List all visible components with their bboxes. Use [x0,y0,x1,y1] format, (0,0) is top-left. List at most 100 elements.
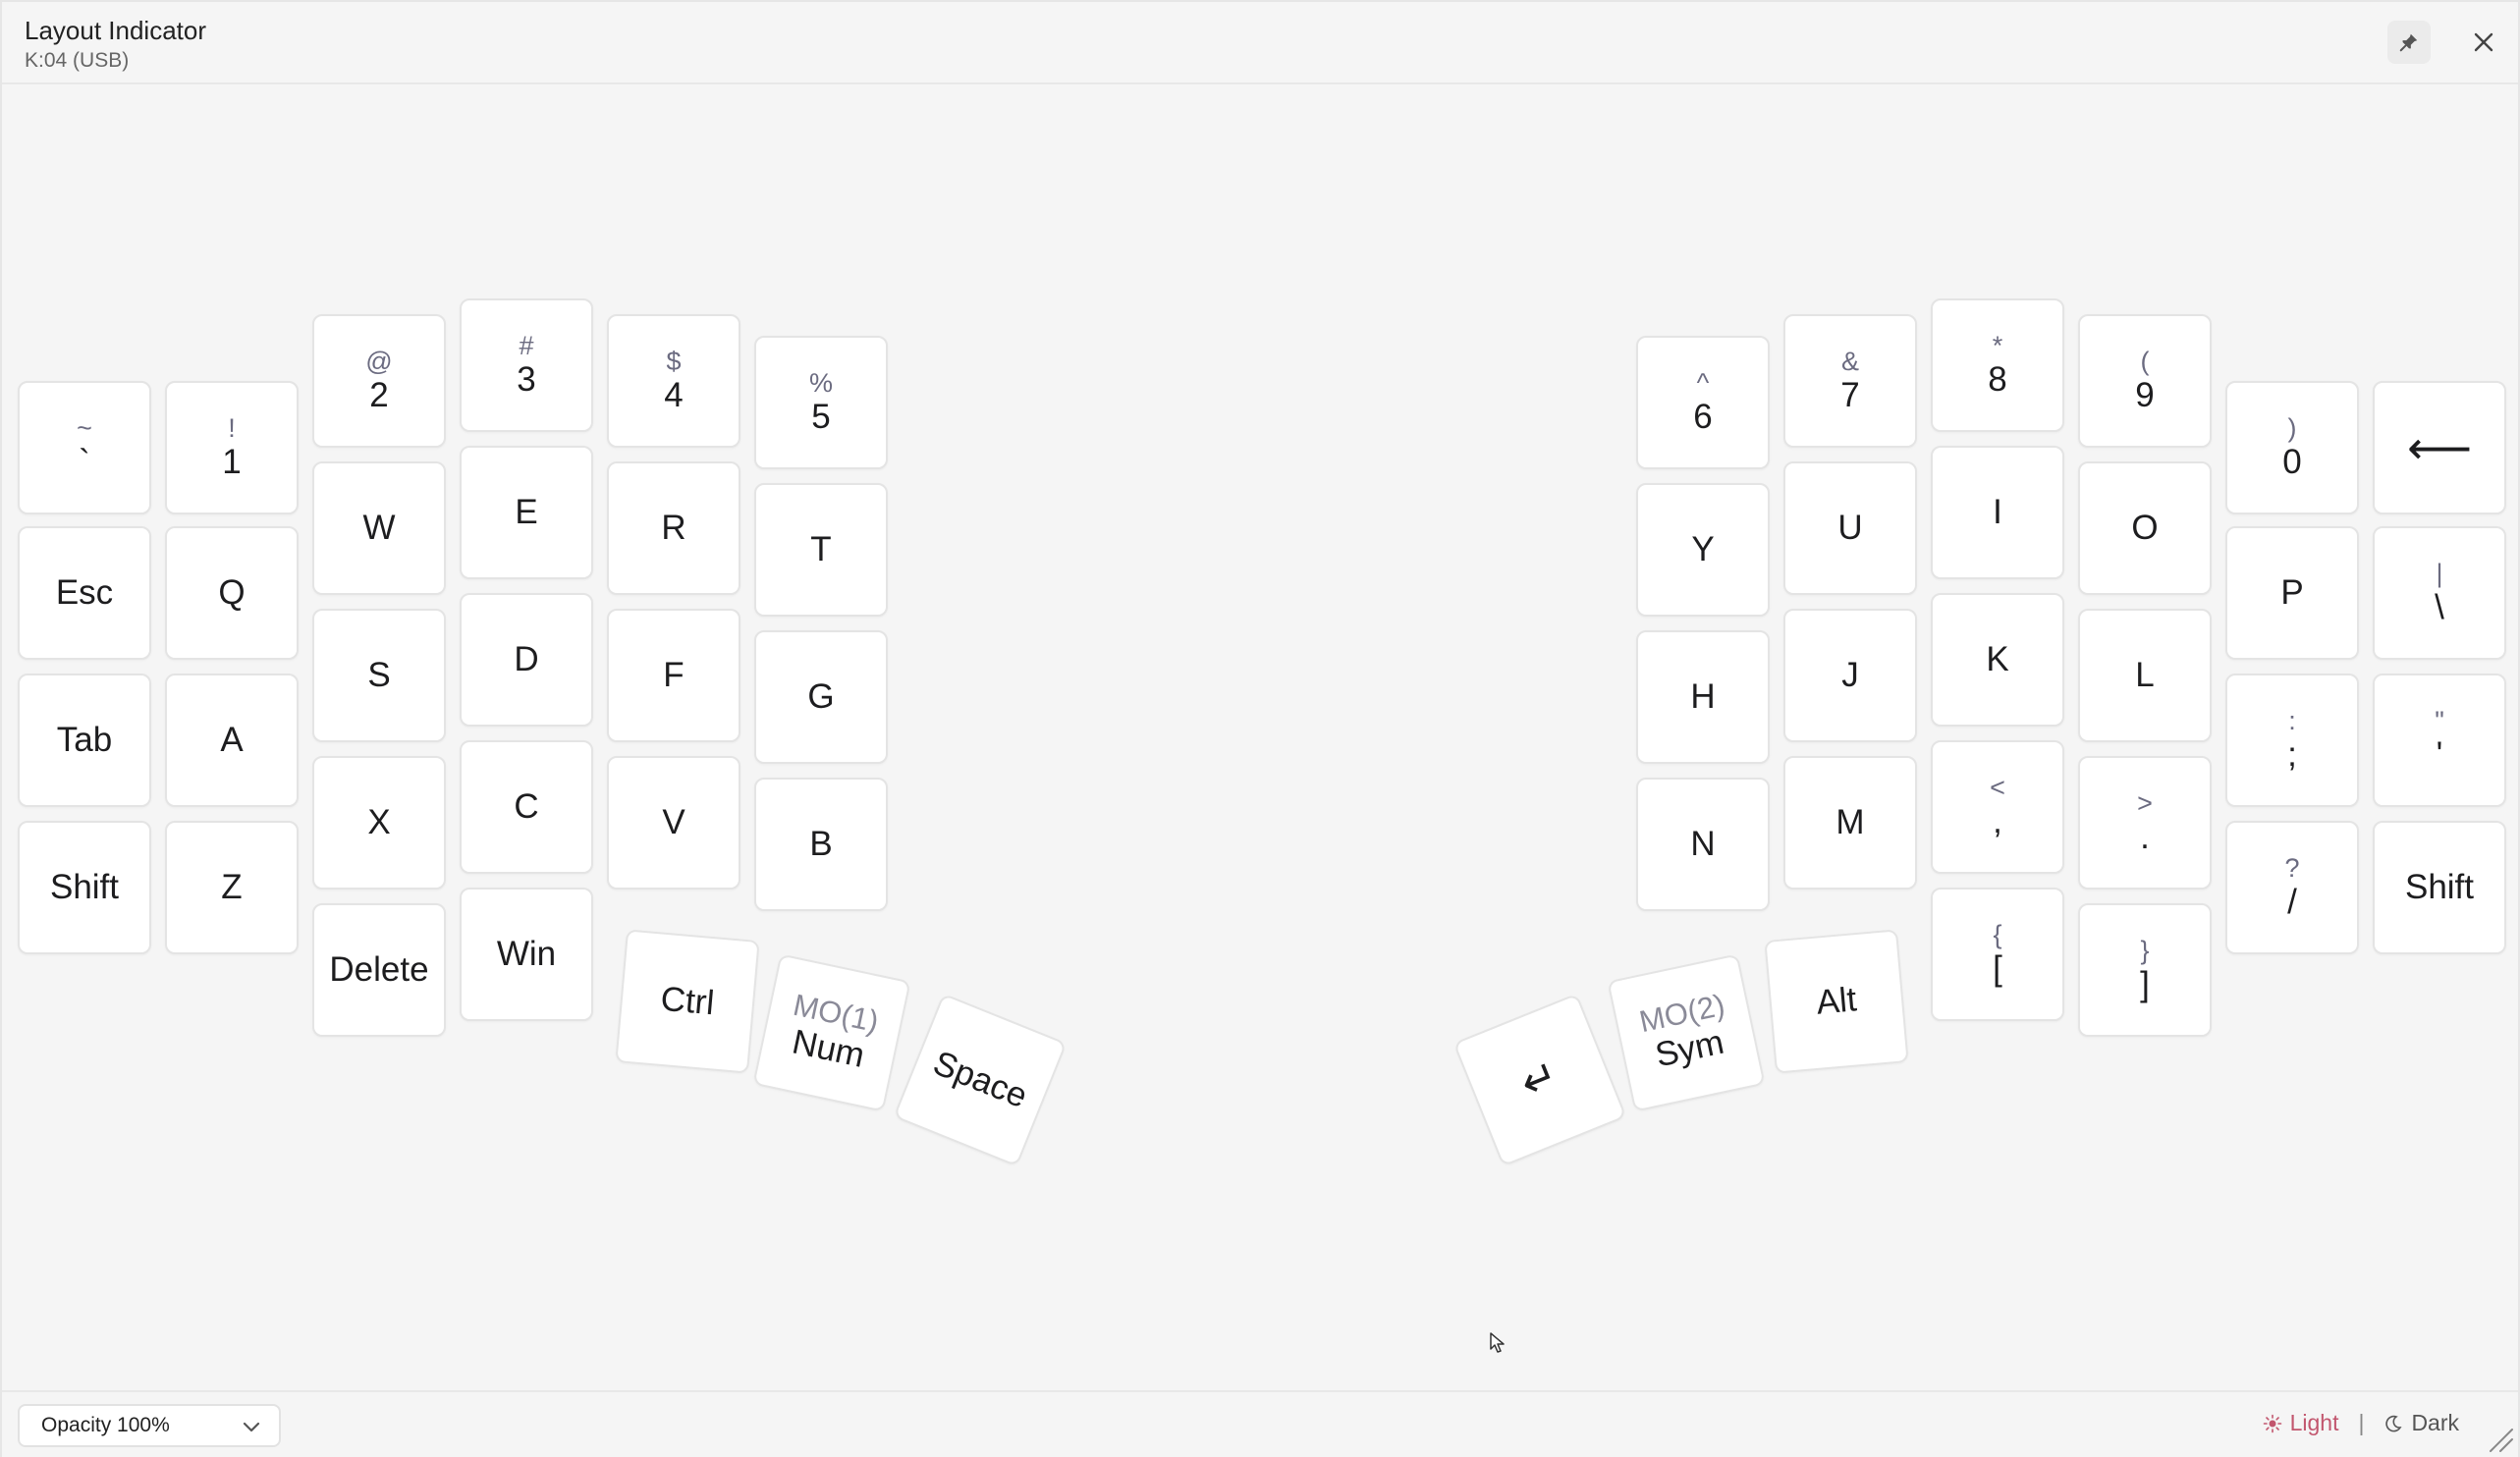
key-legend: S [367,656,391,694]
key-m: M [1783,756,1917,890]
key-c: C [460,740,593,874]
keyboard-device-label: K:04 (USB) [25,49,130,72]
key-a: A [165,674,299,807]
key-legend: X [367,803,391,841]
key-legend: L [2135,656,2155,694]
key-o: O [2078,461,2212,595]
key-shift-legend: < [1990,773,2005,802]
window-title: Layout Indicator [25,16,207,45]
key-legend: T [810,530,832,568]
key-j: J [1783,609,1917,742]
key-legend: Y [1691,530,1715,568]
resize-grip-icon[interactable] [2485,1424,2514,1453]
key-s: S [312,609,446,742]
title-bar[interactable]: Layout Indicator K:04 (USB) [2,2,2518,84]
pin-button[interactable] [2387,21,2431,64]
opacity-dropdown[interactable]: Opacity 100% [18,1404,281,1447]
key-legend: \ [2435,588,2444,626]
theme-light-option[interactable]: Light [2263,1410,2339,1436]
key-legend: K [1986,640,2009,678]
key-legend: N [1690,825,1716,863]
theme-dark-option[interactable]: Dark [2383,1410,2459,1436]
key-legend: F [663,656,685,694]
key-backspace: ⟵ [2373,381,2506,514]
key-0: ) 0 [2225,381,2359,514]
key-comma: < , [1931,740,2064,874]
key-legend: ' [2436,735,2443,774]
key-8: * 8 [1931,298,2064,432]
key-legend: Q [218,573,246,612]
key-legend: / [2287,883,2297,921]
key-legend: Z [221,868,243,906]
key-shift-legend: ( [2140,347,2150,376]
opacity-value: Opacity 100% [41,1414,170,1436]
theme-separator: | [2358,1410,2365,1435]
key-legend: 1 [222,443,242,481]
close-button[interactable] [2462,21,2505,64]
key-3: # 3 [460,298,593,432]
key-legend: I [1993,493,2002,531]
key-legend: A [220,721,244,759]
key-shift-legend: * [1992,331,2003,360]
key-t: T [754,483,888,617]
key-left-shift: Shift [18,821,151,954]
key-shift-legend: | [2436,559,2443,588]
key-x: X [312,756,446,890]
key-period: > . [2078,756,2212,890]
close-icon [2474,32,2493,52]
key-legend: H [1690,677,1716,716]
key-v: V [607,756,740,890]
key-legend: Win [496,935,557,973]
key-shift-legend: " [2435,706,2444,735]
key-legend: J [1841,656,1859,694]
key-legend: O [2131,509,2159,547]
key-semicolon: : ; [2225,674,2359,807]
key-n: N [1636,778,1770,911]
theme-light-label: Light [2289,1410,2339,1435]
key-shift-legend: % [808,368,833,398]
key-space: Space [893,993,1068,1167]
key-legend: ; [2287,735,2297,774]
key-grave: ~ ` [18,381,151,514]
key-i: I [1931,446,2064,579]
key-shift-legend: ) [2287,413,2297,443]
key-sym-layer: MO(2) Sym [1607,953,1766,1112]
key-r: R [607,461,740,595]
key-legend: ` [79,443,90,481]
key-legend: 7 [1840,376,1860,414]
key-legend: Delete [329,950,429,989]
key-legend: P [2280,573,2304,612]
split-keyboard-layout: ~ ` Esc Tab Shift ! 1 Q A Z @ 2 W S X De… [2,84,2518,1390]
key-alt: Alt [1764,929,1909,1074]
key-shift-legend: { [1993,920,2002,949]
key-shift-legend: ^ [1696,368,1710,398]
key-k: K [1931,593,2064,727]
key-legend: M [1835,803,1865,841]
key-2: @ 2 [312,314,446,448]
key-quote: " ' [2373,674,2506,807]
key-1: ! 1 [165,381,299,514]
key-legend: [ [1993,949,2002,988]
key-right-shift: Shift [2373,821,2506,954]
key-shift-legend: ~ [77,413,92,443]
pin-icon [2399,33,2418,52]
key-legend: Shift [2404,868,2475,906]
key-shift-legend: # [519,331,534,360]
key-7: & 7 [1783,314,1917,448]
key-legend: ⟵ [2407,422,2472,473]
key-u: U [1783,461,1917,595]
key-legend: 8 [1988,360,2007,399]
key-legend: Shift [49,868,120,906]
key-legend: V [662,803,685,841]
key-win: Win [460,888,593,1021]
key-legend: 0 [2282,443,2302,481]
key-l: L [2078,609,2212,742]
key-legend: Tab [56,721,113,759]
key-shift-legend: ! [228,413,236,443]
key-esc: Esc [18,526,151,660]
key-shift-legend: : [2288,706,2296,735]
key-slash: ? / [2225,821,2359,954]
key-legend: Space [927,1043,1033,1116]
key-shift-legend: & [1840,347,1859,376]
key-q: Q [165,526,299,660]
